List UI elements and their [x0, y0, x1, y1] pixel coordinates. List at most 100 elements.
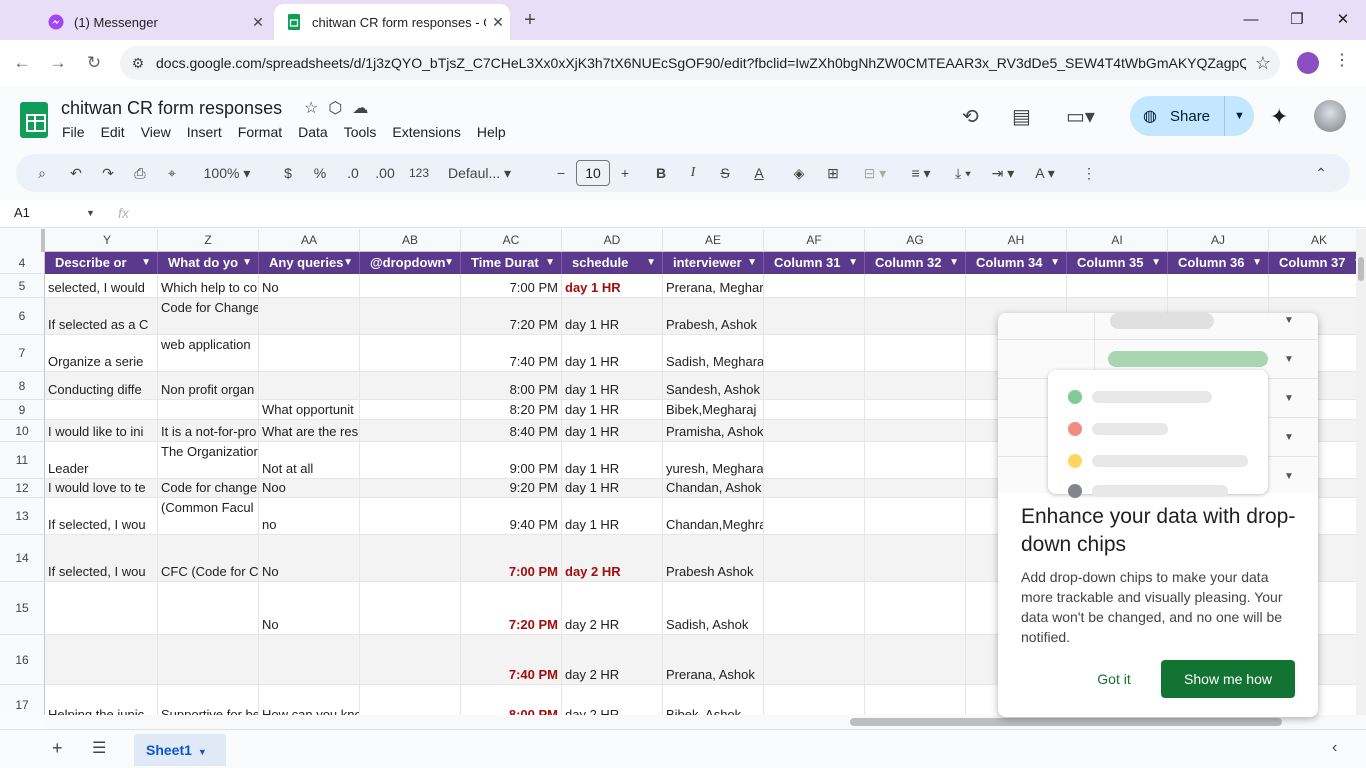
- table-cell[interactable]: [259, 335, 360, 372]
- table-cell[interactable]: It is a not-for-pro: [158, 420, 259, 442]
- header-cell[interactable]: Column 32 ▼: [865, 252, 966, 274]
- column-header[interactable]: AJ: [1168, 229, 1269, 252]
- table-cell[interactable]: day 1 HR: [562, 298, 663, 335]
- table-cell[interactable]: 7:40 PM: [461, 335, 562, 372]
- redo-icon[interactable]: ↷: [96, 154, 120, 192]
- table-cell[interactable]: [360, 635, 461, 685]
- table-cell[interactable]: [45, 582, 158, 635]
- gemini-icon[interactable]: ✦: [1270, 104, 1288, 130]
- table-cell[interactable]: [764, 372, 865, 400]
- table-cell[interactable]: selected, I would: [45, 274, 158, 298]
- table-cell[interactable]: [360, 420, 461, 442]
- filter-dropdown-icon[interactable]: ▼: [343, 252, 353, 274]
- minimize-icon[interactable]: —: [1228, 6, 1274, 34]
- row-header[interactable]: 16: [0, 635, 45, 685]
- increase-font-size-icon[interactable]: +: [616, 154, 634, 192]
- collapse-toolbar-icon[interactable]: ⌃: [1312, 154, 1330, 192]
- new-tab-button[interactable]: +: [518, 8, 542, 32]
- table-cell[interactable]: Supportive for be: [158, 685, 259, 715]
- add-sheet-button[interactable]: +: [52, 738, 63, 759]
- horizontal-scrollbar[interactable]: [45, 715, 1366, 729]
- document-title[interactable]: chitwan CR form responses: [61, 98, 282, 119]
- table-cell[interactable]: How can you kno: [259, 685, 360, 715]
- print-icon[interactable]: ⎙: [128, 154, 152, 192]
- table-cell[interactable]: If selected as a C: [45, 298, 158, 335]
- table-cell[interactable]: [1269, 274, 1356, 298]
- table-cell[interactable]: [360, 298, 461, 335]
- table-cell[interactable]: [360, 479, 461, 498]
- table-cell[interactable]: Which help to co: [158, 274, 259, 298]
- sheets-logo-icon[interactable]: [20, 102, 48, 138]
- table-cell[interactable]: [764, 685, 865, 715]
- table-cell[interactable]: 8:40 PM: [461, 420, 562, 442]
- table-cell[interactable]: CFC (Code for Cl: [158, 535, 259, 582]
- column-header[interactable]: AI: [1067, 229, 1168, 252]
- table-cell[interactable]: day 2 HR: [562, 635, 663, 685]
- decrease-decimal-button[interactable]: .0: [342, 154, 364, 192]
- table-cell[interactable]: [259, 298, 360, 335]
- table-cell[interactable]: yuresh, Megharaj: [663, 442, 764, 479]
- table-cell[interactable]: The Organizatior: [158, 442, 259, 479]
- row-header[interactable]: 4: [0, 252, 45, 274]
- filter-dropdown-icon[interactable]: ▼: [646, 252, 656, 274]
- menu-file[interactable]: File: [62, 124, 85, 140]
- table-cell[interactable]: Code for Change: [158, 298, 259, 335]
- table-cell[interactable]: Non profit organ: [158, 372, 259, 400]
- decrease-font-size-icon[interactable]: −: [552, 154, 570, 192]
- table-cell[interactable]: Bibek, Ashok: [663, 685, 764, 715]
- menu-format[interactable]: Format: [238, 124, 282, 140]
- table-cell[interactable]: If selected, I wou: [45, 498, 158, 535]
- table-cell[interactable]: [865, 298, 966, 335]
- row-header[interactable]: 6: [0, 298, 45, 335]
- table-cell[interactable]: I would love to te: [45, 479, 158, 498]
- table-cell[interactable]: Chandan,Meghraj: [663, 498, 764, 535]
- paint-format-icon[interactable]: ⌖: [160, 154, 184, 192]
- header-cell[interactable]: interviewer ▼: [663, 252, 764, 274]
- table-cell[interactable]: [45, 400, 158, 420]
- name-box[interactable]: A1: [14, 205, 30, 220]
- column-header[interactable]: Y: [57, 229, 158, 252]
- table-cell[interactable]: Leader: [45, 442, 158, 479]
- header-cell[interactable]: Column 36 ▼: [1168, 252, 1269, 274]
- borders-icon[interactable]: ⊞: [822, 154, 844, 192]
- table-cell[interactable]: [865, 479, 966, 498]
- site-info-icon[interactable]: ⚙: [120, 55, 156, 72]
- font-select[interactable]: Defaul... ▾: [448, 154, 532, 192]
- italic-icon[interactable]: I: [684, 154, 702, 192]
- browser-tab-sheets[interactable]: chitwan CR form responses - Go ✕: [274, 4, 510, 40]
- header-cell[interactable]: Column 35 ▼: [1067, 252, 1168, 274]
- table-cell[interactable]: Organize a serie: [45, 335, 158, 372]
- table-cell[interactable]: Sandesh, Ashok: [663, 372, 764, 400]
- column-header[interactable]: AE: [663, 229, 764, 252]
- text-color-icon[interactable]: A: [748, 154, 770, 192]
- filter-dropdown-icon[interactable]: ▼: [1252, 252, 1262, 274]
- bookmark-star-icon[interactable]: ☆: [1246, 53, 1280, 74]
- table-cell[interactable]: [1067, 274, 1168, 298]
- vertical-scrollbar[interactable]: [1356, 229, 1366, 715]
- table-cell[interactable]: 7:00 PM: [461, 274, 562, 298]
- table-cell[interactable]: Not at all: [259, 442, 360, 479]
- table-cell[interactable]: Prabesh, Ashok: [663, 298, 764, 335]
- table-cell[interactable]: [1168, 274, 1269, 298]
- sheet-tab[interactable]: Sheet1 ▼: [134, 734, 226, 766]
- chevron-left-icon[interactable]: ‹: [1332, 739, 1337, 757]
- table-cell[interactable]: 8:20 PM: [461, 400, 562, 420]
- table-cell[interactable]: day 1 HR: [562, 274, 663, 298]
- table-cell[interactable]: Code for change: [158, 479, 259, 498]
- filter-dropdown-icon[interactable]: ▼: [242, 252, 252, 274]
- window-close-icon[interactable]: ✕: [1320, 6, 1366, 34]
- filter-dropdown-icon[interactable]: ▼: [1151, 252, 1161, 274]
- filter-dropdown-icon[interactable]: ▼: [444, 252, 454, 274]
- table-cell[interactable]: [360, 372, 461, 400]
- table-cell[interactable]: day 2 HR: [562, 582, 663, 635]
- select-all-corner[interactable]: [0, 229, 45, 252]
- table-cell[interactable]: 8:00 PM: [461, 372, 562, 400]
- bold-icon[interactable]: B: [652, 154, 670, 192]
- table-cell[interactable]: Pramisha, Ashok: [663, 420, 764, 442]
- table-cell[interactable]: 9:20 PM: [461, 479, 562, 498]
- table-cell[interactable]: Helping the junic: [45, 685, 158, 715]
- search-menus-icon[interactable]: ⌕: [30, 154, 54, 192]
- table-cell[interactable]: I would like to ini: [45, 420, 158, 442]
- menu-tools[interactable]: Tools: [344, 124, 377, 140]
- table-cell[interactable]: No: [259, 582, 360, 635]
